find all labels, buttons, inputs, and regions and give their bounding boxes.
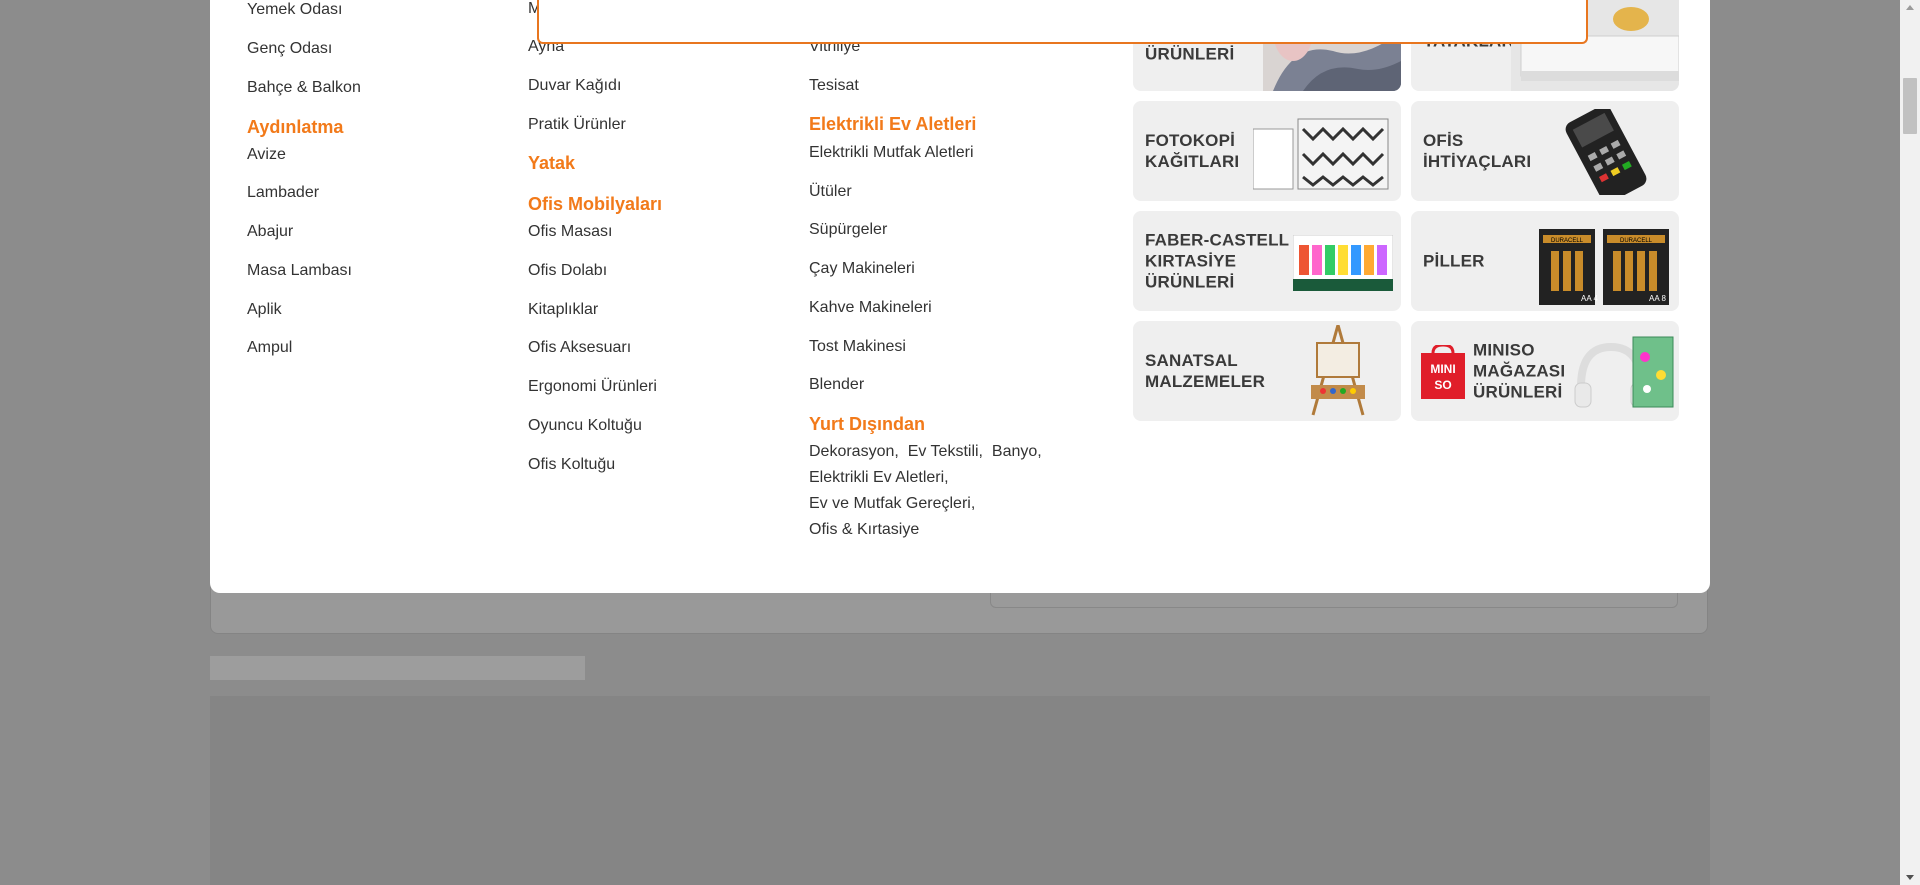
scroll-down-arrow-icon[interactable] [1900,871,1920,885]
headphones-notebook-image [1574,336,1674,408]
scrollbar-thumb[interactable] [1903,78,1917,134]
menu-link-ofis-koltugu[interactable]: Ofis Koltuğu [528,456,615,474]
menu-heading-aydinlatma[interactable]: Aydınlatma [247,117,343,138]
scroll-up-arrow-icon[interactable] [1900,0,1920,14]
miniso-logo-text-1: MINI [1430,362,1455,376]
menu-heading-yurt-disindan[interactable]: Yurt Dışından [809,414,925,435]
menu-link-aplik[interactable]: Aplik [247,301,282,319]
tile-miniso[interactable]: MINI SO MINISO MAĞAZASI ÜRÜNLERİ [1411,321,1679,421]
tile-faber-castell[interactable]: FABER-CASTELL KIRTASİYE ÜRÜNLERİ [1133,211,1401,311]
tile-miniso-label: MINISO MAĞAZASI ÜRÜNLERİ [1473,340,1566,402]
menu-link-duvar-kagidi[interactable]: Duvar Kağıdı [528,77,621,95]
abroad-links: Dekorasyon, Ev Tekstili, Banyo, Elektrik… [809,439,1059,543]
abroad-link-ev-mutfak-gerecleri[interactable]: Ev ve Mutfak Gereçleri, [809,495,975,512]
duracell-brand-right: DURACELL [1620,238,1653,244]
tile-office-needs-label: OFİS İHTİYAÇLARI [1423,131,1532,171]
menu-link-kitapliklar[interactable]: Kitaplıklar [528,301,598,319]
miniso-logo-text-2: SO [1434,378,1451,392]
menu-link-utuler[interactable]: Ütüler [809,183,852,201]
menu-link-ofis-aksesuari[interactable]: Ofis Aksesuarı [528,339,631,357]
abroad-link-banyo[interactable]: Banyo, [992,443,1042,460]
pos-terminal-image [1565,109,1647,195]
highlighters-image [1293,235,1393,291]
tile-batteries[interactable]: PİLLER DURACELL DURACELL AA 4 AA 8 [1411,211,1679,311]
menu-heading-yatak[interactable]: Yatak [528,153,575,174]
menu-heading-elektrikli-ev-aletleri[interactable]: Elektrikli Ev Aletleri [809,114,976,135]
menu-link-blender[interactable]: Blender [809,376,864,394]
menu-link-avize[interactable]: Avize [247,146,286,164]
abroad-link-ofis-kirtasiye[interactable]: Ofis & Kırtasiye [809,521,919,538]
duracell-brand-left: DURACELL [1551,238,1584,244]
category-mega-menu: Yemek Odası Genç Odası Bahçe & Balkon Ay… [210,0,1710,593]
menu-link-ergonomi-urunleri[interactable]: Ergonomi Ürünleri [528,378,657,396]
easel-image [1311,325,1365,416]
menu-link-tesisat[interactable]: Tesisat [809,77,859,95]
background-title-placeholder [210,656,585,680]
menu-link-ofis-masasi[interactable]: Ofis Masası [528,223,612,241]
menu-link-bahce-balkon[interactable]: Bahçe & Balkon [247,79,361,97]
menu-link-elektrikli-mutfak-aletleri[interactable]: Elektrikli Mutfak Aletleri [809,144,974,162]
menu-link-pratik-urunler[interactable]: Pratik Ürünler [528,116,626,134]
menu-link-yemek-odasi[interactable]: Yemek Odası [247,1,342,19]
tile-art-supplies-label: SANATSAL MALZEMELER [1145,351,1266,391]
abroad-link-dekorasyon[interactable]: Dekorasyon, [809,443,899,460]
search-input-box[interactable] [537,0,1588,44]
menu-link-tost-makinesi[interactable]: Tost Makinesi [809,338,906,356]
background-content-placeholder [210,696,1710,885]
tile-office-needs[interactable]: OFİS İHTİYAÇLARI [1411,101,1679,201]
menu-link-abajur[interactable]: Abajur [247,223,293,241]
menu-link-lambader[interactable]: Lambader [247,184,319,202]
page-scrollbar[interactable] [1900,0,1920,885]
menu-link-supurgeler[interactable]: Süpürgeler [809,221,887,239]
tile-faber-castell-label: FABER-CASTELL KIRTASİYE ÜRÜNLERİ [1145,230,1289,292]
menu-link-oyuncu-koltugu[interactable]: Oyuncu Koltuğu [528,417,642,435]
tile-copy-paper[interactable]: FOTOKOPİ KAĞITLARI [1133,101,1401,201]
paper-box-image [1253,118,1389,190]
abroad-link-elektrikli-ev-aletleri[interactable]: Elektrikli Ev Aletleri, [809,469,949,486]
duracell-batteries-image: DURACELL DURACELL AA 4 AA 8 [1539,229,1669,305]
battery-label-aa4: AA 4 [1581,294,1598,303]
menu-link-kahve-makineleri[interactable]: Kahve Makineleri [809,299,932,317]
menu-link-genc-odasi[interactable]: Genç Odası [247,40,332,58]
menu-heading-ofis-mobilyalari[interactable]: Ofis Mobilyaları [528,194,662,215]
miniso-logo: MINI SO [1421,345,1465,399]
tile-art-supplies[interactable]: SANATSAL MALZEMELER [1133,321,1401,421]
menu-link-masa-lambasi[interactable]: Masa Lambası [247,262,352,280]
abroad-link-ev-tekstili[interactable]: Ev Tekstili, [908,443,983,460]
menu-link-ampul[interactable]: Ampul [247,339,292,357]
battery-label-aa8: AA 8 [1649,294,1666,303]
menu-link-cay-makineleri[interactable]: Çay Makineleri [809,260,915,278]
menu-link-ofis-dolabi[interactable]: Ofis Dolabı [528,262,607,280]
